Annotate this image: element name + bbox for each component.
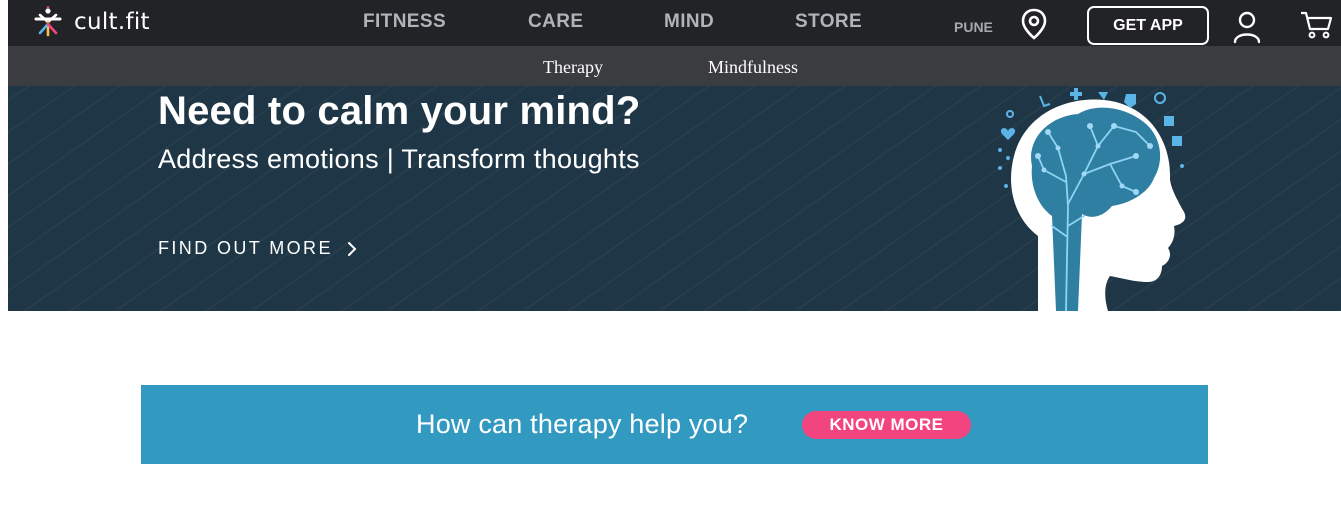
get-app-button[interactable]: GET APP <box>1087 6 1209 45</box>
brand-name: cult.fit <box>74 9 150 35</box>
hero-title: Need to calm your mind? <box>158 89 641 133</box>
therapy-help-banner[interactable]: How can therapy help you? KNOW MORE <box>141 385 1208 464</box>
cart-icon[interactable] <box>1299 10 1333 40</box>
find-out-more-link[interactable]: FIND OUT MORE <box>158 238 357 259</box>
nav-item-care[interactable]: CARE <box>528 11 583 33</box>
user-icon[interactable] <box>1232 10 1262 44</box>
banner-text: How can therapy help you? <box>416 409 749 439</box>
know-more-button[interactable]: KNOW MORE <box>802 411 971 439</box>
city-selector[interactable]: PUNE <box>954 19 993 35</box>
hero-banner: Need to calm your mind? Address emotions… <box>8 86 1341 311</box>
brain-head-illustration <box>998 88 1186 311</box>
brand-logo[interactable]: cult.fit <box>32 6 150 38</box>
cult-logo-icon <box>34 6 62 37</box>
find-out-more-label: FIND OUT MORE <box>158 238 333 258</box>
nav-item-mind[interactable]: MIND <box>664 11 714 33</box>
subnav-item-therapy[interactable]: Therapy <box>543 57 603 78</box>
chevron-right-icon <box>347 241 357 256</box>
location-pin-icon[interactable] <box>1020 8 1048 40</box>
subnav-item-mindfulness[interactable]: Mindfulness <box>708 57 798 78</box>
sub-navigation-bar: Therapy Mindfulness <box>8 46 1341 86</box>
hero-subtitle: Address emotions | Transform thoughts <box>158 144 640 174</box>
top-navigation-bar: cult.fit FITNESS CARE MIND STORE PUNE GE… <box>8 0 1341 46</box>
nav-item-fitness[interactable]: FITNESS <box>363 11 446 33</box>
nav-item-store[interactable]: STORE <box>795 11 862 33</box>
